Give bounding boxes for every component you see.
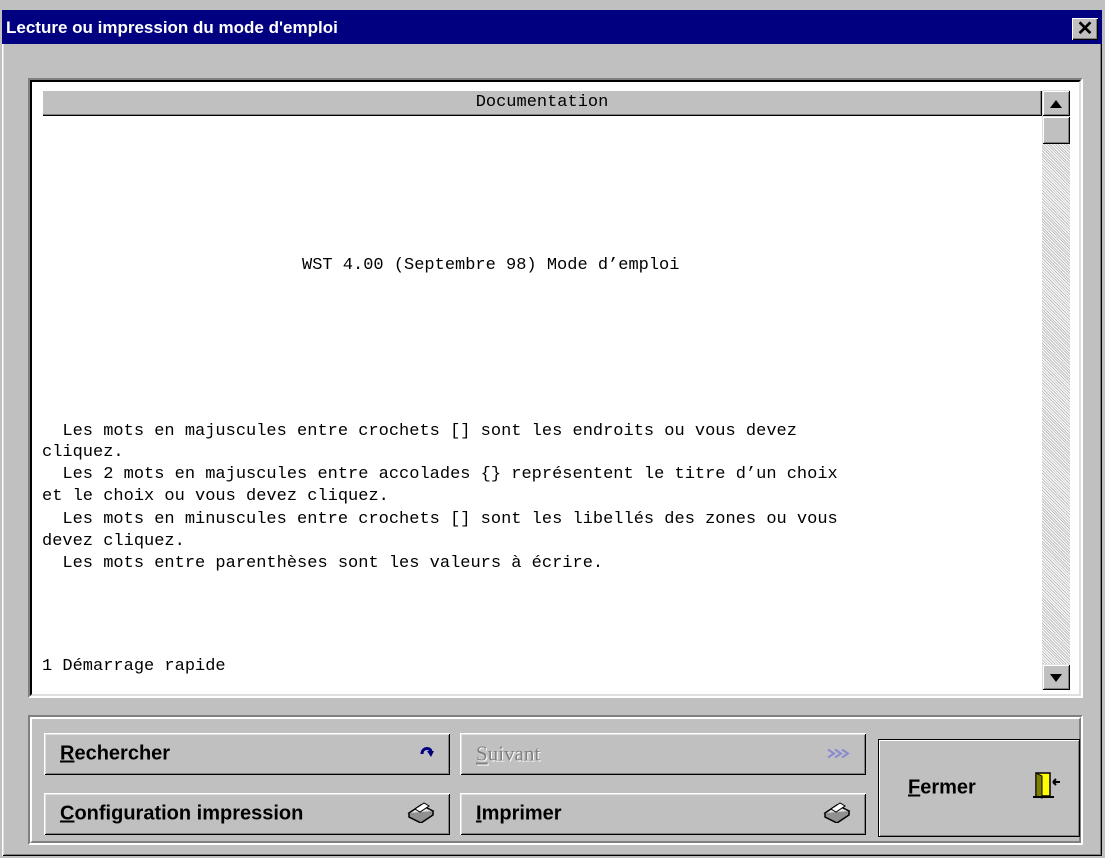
document-line: devez cliquez.: [42, 532, 185, 551]
printer-icon: [822, 799, 852, 829]
documentation-content[interactable]: Documentation WST 4.00 (Septembre 98) Mo…: [30, 80, 1081, 696]
documentation-viewer: Documentation WST 4.00 (Septembre 98) Mo…: [28, 78, 1083, 698]
document-line: Les 2 mots en majuscules entre accolades…: [42, 465, 838, 484]
vertical-scrollbar[interactable]: [1042, 90, 1070, 690]
close-window-button[interactable]: ✕: [1072, 18, 1098, 40]
scroll-down-button[interactable]: [1042, 664, 1070, 690]
print-setup-button-label: Configuration impression: [60, 802, 304, 825]
double-chevron-icon: [826, 743, 852, 766]
next-button[interactable]: Suivant: [460, 733, 866, 775]
print-button[interactable]: Imprimer: [460, 793, 866, 835]
document-title-line: WST 4.00 (Septembre 98) Mode d’emploi: [302, 256, 680, 275]
dialog-window: Lecture ou impression du mode d'emploi ✕…: [2, 10, 1102, 856]
triangle-down-icon: [1050, 673, 1062, 682]
search-arrow-icon: [418, 742, 436, 766]
column-header-documentation[interactable]: Documentation: [42, 90, 1042, 116]
document-line: Les mots en majuscules entre crochets []…: [42, 422, 797, 441]
printer-icon: [406, 799, 436, 829]
next-button-label: Suivant: [476, 741, 541, 766]
button-panel-inner: Rechercher Suivant Configuration impress…: [30, 717, 1081, 843]
background-strip: [0, 0, 1105, 10]
print-button-label: Imprimer: [476, 802, 562, 825]
document-line: et le choix ou vous devez cliquez.: [42, 487, 389, 506]
triangle-up-icon: [1050, 99, 1062, 108]
title-bar[interactable]: Lecture ou impression du mode d'emploi ✕: [2, 10, 1102, 44]
print-setup-button[interactable]: Configuration impression: [44, 793, 450, 835]
window-title: Lecture ou impression du mode d'emploi: [6, 18, 338, 37]
exit-door-icon: [1032, 770, 1062, 806]
document-section-heading: 1 Démarrage rapide: [42, 657, 226, 676]
scroll-up-button[interactable]: [1042, 90, 1070, 116]
scroll-thumb[interactable]: [1042, 116, 1070, 144]
document-line: cliquez.: [42, 443, 124, 462]
document-line: Les mots en minuscules entre crochets []…: [42, 510, 838, 529]
document-line: Les mots entre parenthèses sont les vale…: [42, 554, 604, 573]
button-panel: Rechercher Suivant Configuration impress…: [28, 715, 1083, 845]
search-button[interactable]: Rechercher: [44, 733, 450, 775]
close-button[interactable]: Fermer: [878, 739, 1080, 837]
close-button-label: Fermer: [908, 776, 976, 799]
search-button-label: Rechercher: [60, 742, 171, 765]
